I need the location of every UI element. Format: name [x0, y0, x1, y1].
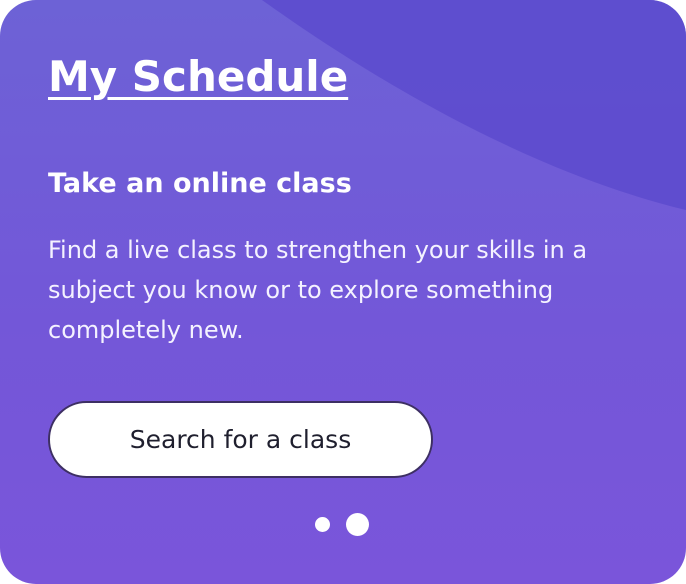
page-title-link[interactable]: My Schedule: [48, 52, 348, 101]
pager-dot-2-active[interactable]: [346, 513, 369, 536]
schedule-card: My Schedule Take an online class Find a …: [0, 0, 686, 584]
section-heading: Take an online class: [48, 168, 352, 199]
search-class-button[interactable]: Search for a class: [48, 401, 433, 478]
carousel-pager: [312, 512, 374, 536]
description-text: Find a live class to strengthen your ski…: [48, 236, 588, 344]
pager-dot-1[interactable]: [315, 517, 330, 532]
